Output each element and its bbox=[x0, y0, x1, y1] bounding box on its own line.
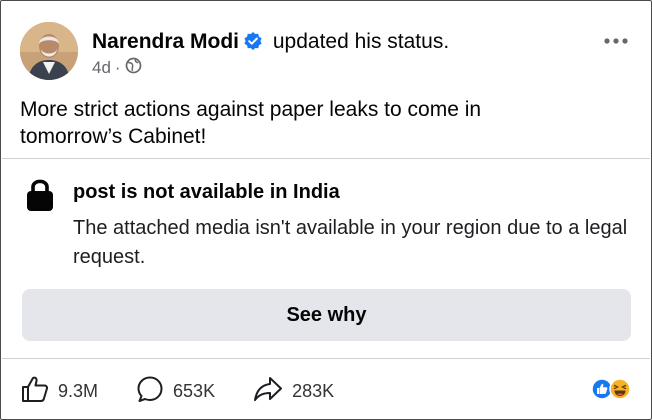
share-arrow-icon bbox=[252, 374, 284, 409]
post-text-line: More strict actions against paper leaks … bbox=[20, 98, 482, 121]
comment-bubble-icon bbox=[135, 374, 165, 409]
avatar[interactable] bbox=[20, 22, 78, 80]
globe-icon[interactable] bbox=[125, 57, 142, 79]
post-meta: 4d · bbox=[92, 57, 142, 79]
divider bbox=[2, 358, 650, 359]
share-button[interactable]: 283K bbox=[252, 374, 334, 409]
post-text-line: tomorrow’s Cabinet! bbox=[20, 125, 207, 148]
like-button[interactable]: 9.3M bbox=[20, 374, 98, 409]
notice-body: The attached media isn't available in yo… bbox=[73, 217, 628, 268]
engagement-bar: 9.3M 653K 283K bbox=[20, 374, 371, 409]
post-author-line: Narendra Modi updated his status. bbox=[92, 29, 449, 58]
meta-separator: · bbox=[114, 58, 121, 77]
share-count: 283K bbox=[292, 381, 335, 401]
post-card: Narendra Modi updated his status. 4d · M… bbox=[0, 0, 652, 420]
divider bbox=[2, 158, 650, 159]
status-action-text: updated his status. bbox=[272, 30, 450, 53]
verified-badge-icon bbox=[243, 31, 263, 58]
thumbs-up-icon bbox=[20, 374, 50, 409]
comment-count: 653K bbox=[173, 381, 216, 401]
post-text: More strict actions against paper leaks … bbox=[20, 96, 620, 150]
lock-icon bbox=[25, 177, 55, 218]
comment-button[interactable]: 653K bbox=[135, 374, 215, 409]
post-timestamp[interactable]: 4d bbox=[92, 58, 111, 78]
see-why-button[interactable]: See why bbox=[22, 289, 631, 341]
more-options-icon[interactable] bbox=[603, 25, 629, 51]
notice-title: post is not available in India bbox=[73, 181, 340, 203]
reactions-summary[interactable] bbox=[591, 378, 631, 405]
author-name[interactable]: Narendra Modi bbox=[92, 30, 239, 53]
like-count: 9.3M bbox=[58, 381, 99, 401]
haha-reaction-icon bbox=[609, 378, 631, 405]
